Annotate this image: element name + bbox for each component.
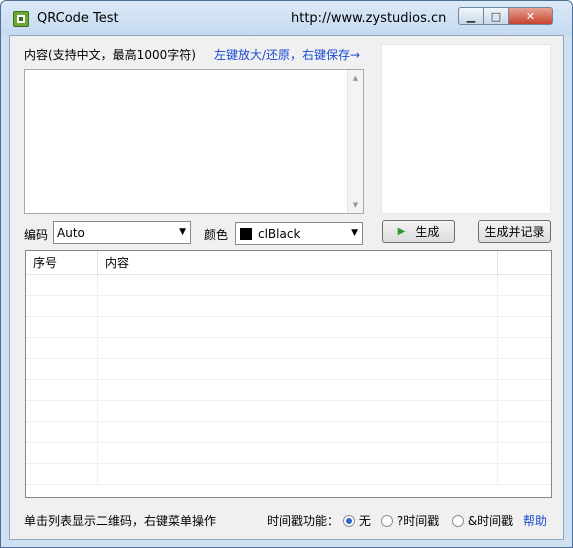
minimize-icon: ▁ — [466, 9, 476, 23]
column-header-filler — [498, 251, 551, 275]
table-cell-index — [26, 317, 98, 338]
table-cell-content — [98, 296, 498, 317]
table-row[interactable] — [26, 401, 551, 422]
encoding-select[interactable]: Auto ▼ — [53, 221, 191, 244]
content-label: 内容(支持中文，最高1000字符) — [24, 48, 196, 62]
maximize-button[interactable]: □ — [484, 7, 509, 25]
table-row[interactable] — [26, 317, 551, 338]
close-button[interactable]: ✕ — [509, 7, 553, 25]
close-icon: ✕ — [525, 9, 536, 23]
chevron-down-icon: ▼ — [351, 228, 358, 238]
table-cell-index — [26, 401, 98, 422]
radio-none-label: 无 — [358, 514, 371, 528]
qrcode-preview[interactable] — [381, 44, 551, 214]
help-link[interactable]: 帮助 — [523, 512, 547, 529]
title-url: http://www.zystudios.cn — [291, 11, 447, 26]
column-header-index[interactable]: 序号 — [26, 251, 98, 275]
table-cell-content — [98, 380, 498, 401]
table-cell-index — [26, 443, 98, 464]
color-select[interactable]: clBlack ▼ — [235, 222, 363, 245]
content-scrollbar[interactable]: ▲ ▼ — [347, 70, 363, 213]
radio-none[interactable]: 无 — [343, 512, 371, 529]
table-cell-index — [26, 338, 98, 359]
status-hint: 单击列表显示二维码，右键菜单操作 — [24, 514, 217, 528]
table-cell-content — [98, 401, 498, 422]
radio-none-dot[interactable] — [343, 514, 355, 527]
table-row[interactable] — [26, 275, 551, 296]
table-row[interactable] — [26, 380, 551, 401]
table-cell-content — [98, 317, 498, 338]
table-row[interactable] — [26, 422, 551, 443]
table-cell-content — [98, 275, 498, 296]
table-cell-index — [26, 359, 98, 380]
table-cell-index — [26, 380, 98, 401]
table-cell-content — [98, 464, 498, 485]
color-label: 颜色 — [204, 228, 229, 242]
color-swatch — [240, 227, 252, 240]
table-cell-content — [98, 338, 498, 359]
generate-button[interactable]: ▶ 生成 — [382, 220, 455, 243]
table-cell-index — [26, 422, 98, 443]
table-row[interactable] — [26, 464, 551, 485]
encoding-value: Auto — [57, 225, 85, 240]
preview-hint: 左键放大/还原，右键保存→ — [214, 48, 361, 62]
generate-record-button[interactable]: 生成并记录 — [478, 220, 551, 243]
content-text — [25, 70, 363, 76]
radio-question-dot[interactable] — [381, 514, 393, 527]
app-window: QRCode Test http://www.zystudios.cn ▁ □ … — [0, 0, 573, 548]
chevron-down-icon: ▼ — [179, 227, 186, 237]
table-cell-content — [98, 359, 498, 380]
radio-amp-timestamp[interactable]: &时间戳 — [452, 512, 513, 529]
qrcode-icon — [13, 11, 29, 27]
content-input[interactable]: ▲ ▼ — [24, 69, 364, 214]
radio-question-timestamp[interactable]: ?时间戳 — [381, 512, 439, 529]
table-row[interactable] — [26, 359, 551, 380]
play-icon: ▶ — [397, 226, 406, 237]
table-cell-index — [26, 275, 98, 296]
table-cell-content — [98, 422, 498, 443]
radio-question-label: ?时间戳 — [396, 514, 440, 528]
column-header-content[interactable]: 内容 — [98, 251, 498, 275]
table-cell-index — [26, 464, 98, 485]
table-row[interactable] — [26, 338, 551, 359]
table-cell-content — [98, 443, 498, 464]
window-title: QRCode Test — [37, 11, 119, 26]
list-header: 序号 内容 — [26, 251, 551, 275]
radio-amp-dot[interactable] — [452, 514, 464, 527]
color-value: clBlack — [258, 226, 301, 241]
generate-label: 生成 — [415, 225, 440, 239]
minimize-button[interactable]: ▁ — [458, 7, 484, 25]
generate-record-label: 生成并记录 — [484, 225, 545, 239]
list-body — [26, 275, 551, 485]
scroll-down-icon[interactable]: ▼ — [348, 197, 363, 213]
scroll-up-icon[interactable]: ▲ — [348, 70, 363, 86]
encoding-label: 编码 — [24, 228, 49, 242]
radio-amp-label: &时间戳 — [467, 514, 514, 528]
table-cell-index — [26, 296, 98, 317]
table-row[interactable] — [26, 443, 551, 464]
timestamp-label: 时间戳功能： — [267, 514, 340, 528]
history-list[interactable]: 序号 内容 — [25, 250, 552, 498]
client-area: 内容(支持中文，最高1000字符) 左键放大/还原，右键保存→ ▲ ▼ 编码 A… — [9, 35, 564, 540]
window-controls: ▁ □ ✕ — [458, 7, 553, 27]
title-bar[interactable]: QRCode Test http://www.zystudios.cn ▁ □ … — [1, 1, 572, 35]
maximize-icon: □ — [490, 9, 502, 23]
table-row[interactable] — [26, 296, 551, 317]
